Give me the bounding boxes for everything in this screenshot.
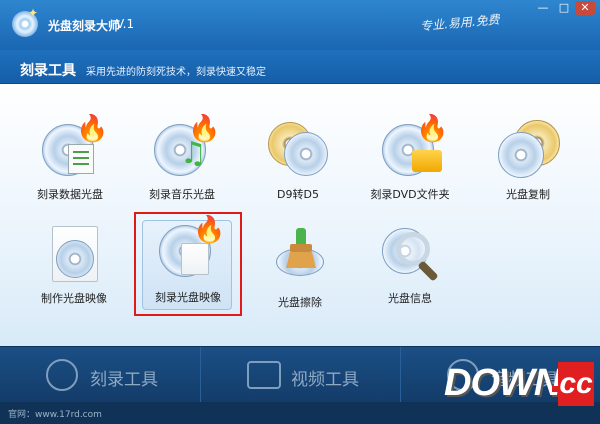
section-title: 刻录工具 (20, 63, 76, 79)
tool-burn-music-disc[interactable]: ♫ 🔥 刻录音乐光盘 (134, 114, 230, 208)
tab-label: 刻录工具 (90, 370, 158, 390)
tool-label: 刻录音乐光盘 (149, 188, 215, 201)
d9-to-d5-icon (266, 118, 330, 182)
disc-erase-icon (268, 226, 332, 290)
disc-info-icon (378, 222, 442, 286)
tool-burn-data-disc[interactable]: 🔥 刻录数据光盘 (22, 114, 118, 208)
section-subtitle: 采用先进的防刻死技术，刻录快速又稳定 (86, 67, 266, 78)
tool-disc-info[interactable]: 光盘信息 (362, 222, 458, 312)
watermark-text: DOWN (444, 362, 561, 404)
close-button[interactable]: ✕ (575, 1, 595, 15)
tool-burn-dvd-folder[interactable]: 🔥 刻录DVD文件夹 (362, 114, 458, 208)
tool-label: 刻录数据光盘 (37, 188, 103, 201)
tool-d9-to-d5[interactable]: D9转D5 (250, 118, 346, 208)
tool-disc-erase[interactable]: 光盘擦除 (252, 226, 348, 316)
tool-label: 光盘信息 (388, 292, 432, 305)
tab-label: 视频工具 (291, 370, 359, 390)
tool-disc-copy[interactable]: 光盘复制 (480, 118, 576, 208)
tool-label: D9转D5 (277, 188, 319, 201)
dvd-folder-burn-icon: 🔥 (378, 114, 448, 182)
disc-copy-icon (496, 118, 560, 182)
tool-label: 光盘擦除 (278, 296, 322, 309)
watermark-suffix: cc (558, 362, 594, 406)
tool-label: 刻录DVD文件夹 (370, 188, 450, 201)
section-header: 刻录工具 采用先进的防刻死技术，刻录快速又稳定 (0, 50, 600, 84)
tool-label: 制作光盘映像 (41, 292, 107, 305)
tool-label: 光盘复制 (506, 188, 550, 201)
watermark-logo: DOWN cc (440, 356, 594, 408)
maximize-button[interactable]: □ (554, 1, 574, 15)
sparkle-icon: ✦ (28, 6, 39, 20)
disc-icon (46, 359, 78, 391)
make-disc-image-icon (42, 222, 106, 286)
minimize-button[interactable]: — (533, 1, 553, 15)
tool-make-disc-image[interactable]: 制作光盘映像 (26, 222, 122, 312)
tab-video-tools[interactable]: 视频工具 (200, 347, 400, 403)
tab-burn-tools[interactable]: 刻录工具 (0, 347, 200, 403)
slogan: 专业.易用.免费 (419, 12, 501, 34)
app-version: V.1 (116, 17, 135, 31)
title-bar: ✦ 光盘刻录大师 V.1 专业.易用.免费 — □ ✕ (0, 0, 600, 50)
selection-highlight-box (134, 212, 242, 316)
film-icon (247, 361, 281, 389)
website-link[interactable]: 官网：www.17rd.com (8, 407, 102, 420)
app-title: 光盘刻录大师 (48, 19, 121, 33)
music-disc-burn-icon: ♫ 🔥 (150, 114, 220, 182)
data-disc-burn-icon: 🔥 (38, 114, 108, 182)
